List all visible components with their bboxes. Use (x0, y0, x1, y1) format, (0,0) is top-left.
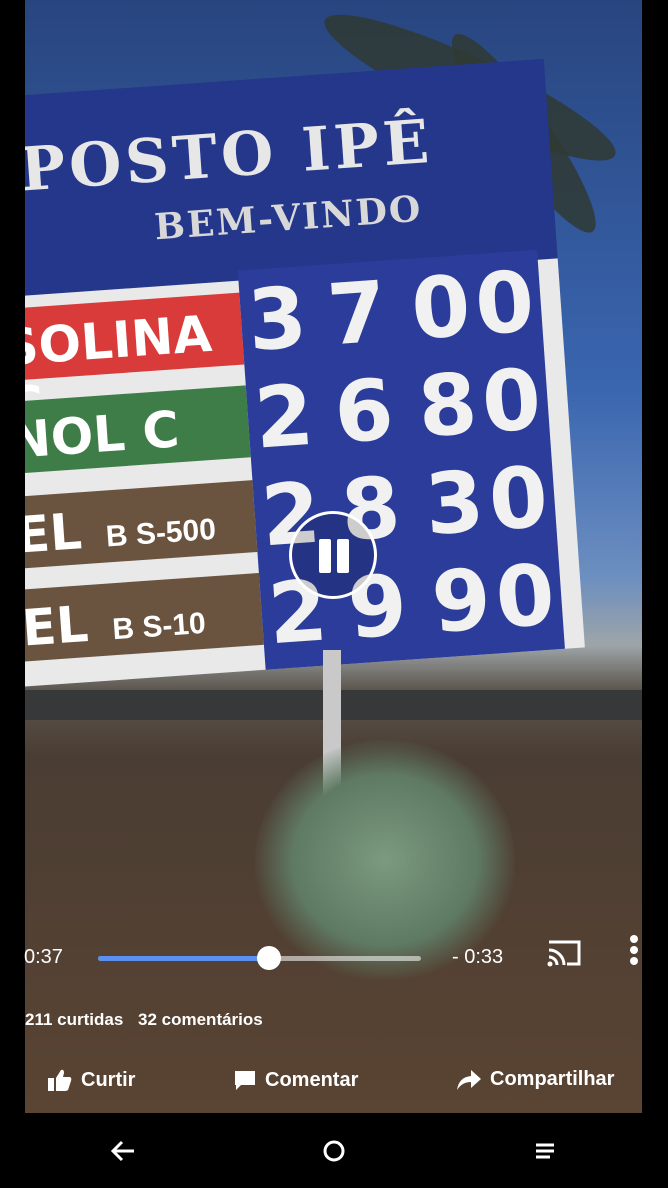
fuel-row-gasoline: SOLINA C (25, 292, 245, 435)
price-digits-panel: 3 7 0 0 2 6 8 0 2 8 3 0 2 9 9 0 (237, 249, 565, 670)
cast-icon[interactable] (546, 938, 582, 968)
price-digit: 3 (421, 452, 488, 555)
back-icon[interactable] (108, 1137, 138, 1165)
system-navigation-bar (0, 1113, 668, 1188)
seek-bar-thumb[interactable] (257, 946, 282, 970)
price-digit: 7 (324, 262, 390, 365)
elapsed-time: 0:37 (24, 946, 63, 968)
pause-button[interactable] (289, 511, 377, 599)
fuel-label: NOL C (25, 400, 182, 470)
home-icon[interactable] (319, 1137, 349, 1165)
price-digit: 0 (478, 349, 545, 452)
pause-icon (319, 539, 331, 573)
agave-plant (255, 740, 515, 980)
like-button[interactable]: Curtir (47, 1068, 135, 1092)
menu-icon[interactable] (530, 1137, 560, 1165)
share-button[interactable]: Compartilhar (456, 1068, 614, 1091)
comments-count[interactable]: 32 comentários (138, 1010, 263, 1029)
engagement-counts: 211 curtidas 32 comentários (25, 1010, 273, 1030)
pause-icon (337, 539, 349, 573)
comment-label: Comentar (265, 1068, 359, 1091)
price-digit: 3 (244, 268, 310, 370)
price-digit: 0 (485, 447, 551, 550)
price-billboard: POSTO IPÊ BEM-VINDO SOLINA C NOL C EL B … (25, 58, 585, 688)
share-arrow-icon (457, 1069, 481, 1090)
comment-icon (235, 1071, 255, 1090)
comment-button[interactable]: Comentar (233, 1068, 358, 1092)
price-digit: 9 (428, 549, 494, 652)
price-digit: 0 (492, 545, 558, 648)
thumbs-up-icon (48, 1069, 72, 1091)
price-digit: 6 (331, 360, 397, 463)
fuel-sublabel: B S-10 (111, 606, 207, 647)
likes-count[interactable]: 211 curtidas (25, 1010, 123, 1029)
seek-bar-progress (98, 956, 270, 961)
price-digit: 2 (251, 365, 317, 468)
like-label: Curtir (81, 1068, 136, 1091)
action-bar: Curtir Comentar Compartilhar (25, 1058, 642, 1108)
price-digit: 0 (472, 252, 538, 355)
price-digit: 0 (408, 256, 474, 359)
welcome-text: BEM-VINDO (153, 187, 424, 249)
fuel-label: EL (25, 595, 91, 658)
price-digit: 8 (415, 354, 481, 457)
fuel-label: EL (25, 502, 84, 565)
remaining-time: - 0:33 (452, 946, 504, 968)
more-options-icon[interactable] (624, 932, 644, 972)
fuel-sublabel: B S-500 (104, 512, 217, 554)
share-label: Compartilhar (490, 1068, 615, 1090)
